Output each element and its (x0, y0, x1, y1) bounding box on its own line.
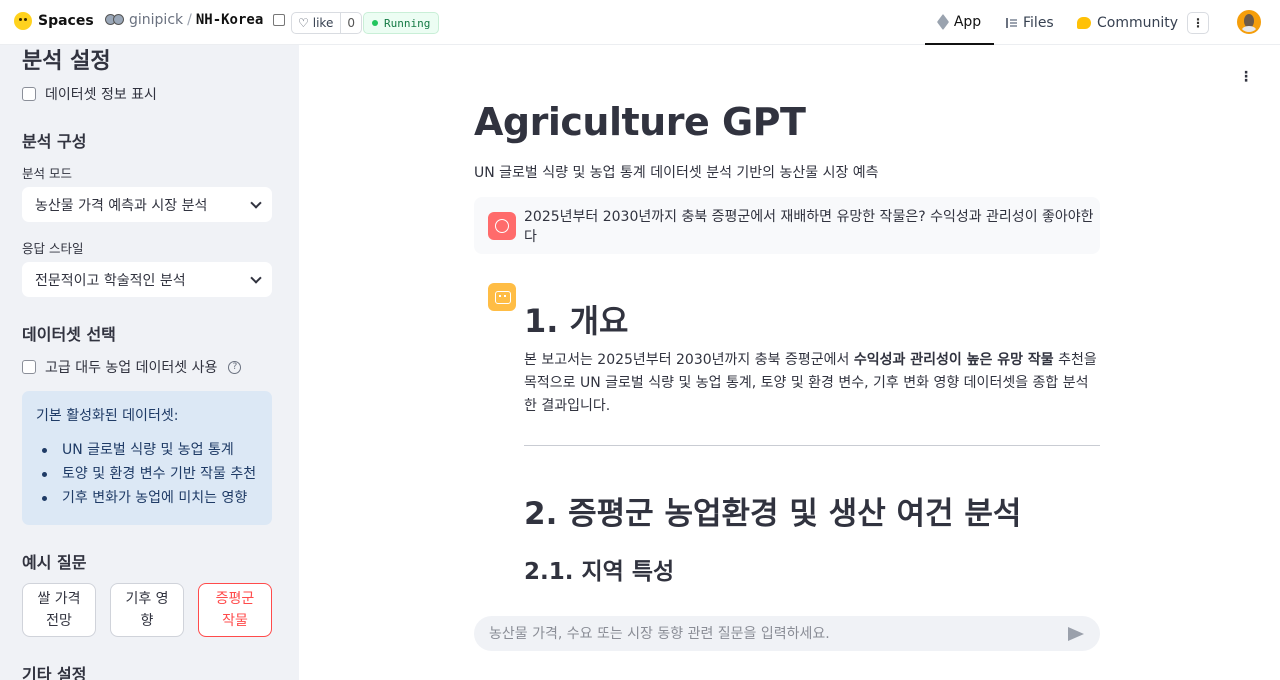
top-bar: Spaces ginipick / NH-Korea ♡ like 0 Runn… (0, 0, 1280, 45)
example-line: 쌀 가격 (37, 591, 81, 607)
like-count: 0 (347, 16, 355, 30)
example-line: 기후 영 (125, 591, 169, 607)
examples-heading: 예시 질문 (22, 553, 87, 572)
files-icon (1006, 17, 1017, 28)
response-heading-2: 2. 증평군 농업환경 및 생산 여건 분석 (524, 496, 1022, 532)
style-select[interactable]: 전문적이고 학술적인 분석 (22, 262, 272, 297)
paragraph-bold-text: 수익성과 관리성이 높은 유망 작물 (853, 352, 1054, 368)
user-avatar[interactable] (1237, 10, 1261, 34)
tab-community-label: Community (1097, 14, 1179, 31)
advanced-dataset-label: 고급 대두 농업 데이터셋 사용 (45, 360, 218, 376)
tab-files[interactable]: Files (1006, 0, 1054, 45)
cube-icon (936, 13, 949, 30)
checkbox-icon[interactable] (22, 360, 36, 374)
style-label: 응답 스타일 (22, 241, 84, 256)
example-line: 향 (140, 613, 154, 629)
main-menu-button[interactable]: ⋮ (1238, 68, 1254, 86)
tab-app-label: App (953, 13, 982, 30)
owner-avatar-icon (105, 12, 125, 28)
example-line: 작물 (222, 613, 248, 629)
response-paragraph: 본 보고서는 2025년부터 2030년까지 충북 증평군에서 수익성과 관리성… (524, 349, 1100, 418)
chevron-down-icon (250, 196, 262, 209)
breadcrumb: ginipick / NH-Korea (105, 12, 286, 28)
show-dataset-info-label: 데이터셋 정보 표시 (45, 87, 157, 103)
community-icon (1077, 16, 1091, 29)
help-icon[interactable]: ? (228, 360, 242, 374)
like-button[interactable]: ♡ like 0 (291, 12, 362, 34)
breadcrumb-separator: / (187, 12, 192, 28)
page-title: Agriculture GPT (474, 100, 806, 144)
status-badge: Running (363, 12, 440, 34)
tab-community[interactable]: Community (1077, 0, 1178, 45)
show-dataset-info-checkbox[interactable]: 데이터셋 정보 표시 (22, 84, 157, 104)
response-heading-3: 2.1. 지역 특성 (524, 559, 675, 585)
status-label: Running (384, 16, 431, 30)
owner-link[interactable]: ginipick (129, 12, 183, 28)
copy-icon[interactable] (273, 14, 286, 26)
example-line: 전망 (46, 613, 72, 629)
page-subtitle: UN 글로벌 식량 및 농업 통계 데이터셋 분석 기반의 농산물 시장 예측 (474, 165, 879, 181)
status-dot-icon (372, 20, 378, 26)
user-face-icon (488, 211, 516, 240)
mode-select[interactable]: 농산물 가격 예측과 시장 분석 (22, 187, 272, 222)
response-heading-1: 1. 개요 (524, 302, 629, 340)
advanced-dataset-checkbox[interactable]: 고급 대두 농업 데이터셋 사용 ? (22, 357, 242, 377)
like-label: like (312, 16, 334, 30)
tab-app[interactable]: App (925, 0, 994, 45)
huggingface-logo-icon (14, 12, 32, 30)
example-rice-price-button[interactable]: 쌀 가격 전망 (22, 583, 96, 637)
divider (524, 445, 1100, 446)
repo-link[interactable]: NH-Korea (196, 12, 263, 28)
style-select-value: 전문적이고 학술적인 분석 (35, 272, 186, 289)
bot-robot-icon (488, 283, 516, 311)
send-icon[interactable] (1068, 626, 1084, 641)
sidebar: 분석 설정 데이터셋 정보 표시 분석 구성 분석 모드 농산물 가격 예측과 … (0, 45, 299, 680)
spaces-home-link[interactable]: Spaces (14, 12, 94, 30)
list-item: 기후 변화가 농업에 미치는 영향 (36, 486, 258, 510)
user-message: 2025년부터 2030년까지 충북 증평군에서 재배하면 유망한 작물은? 수… (474, 197, 1100, 254)
chat-input-bar (474, 616, 1100, 651)
list-item: UN 글로벌 식량 및 농업 통계 (36, 438, 258, 462)
config-heading: 분석 구성 (22, 132, 87, 151)
checkbox-icon[interactable] (22, 87, 36, 101)
dataset-info-box: 기본 활성화된 데이터셋: UN 글로벌 식량 및 농업 통계 토양 및 환경 … (22, 391, 272, 525)
brand-label: Spaces (38, 13, 94, 29)
other-settings-heading: 기타 설정 (22, 665, 87, 680)
space-more-button[interactable]: ⋮ (1187, 12, 1209, 34)
tab-files-label: Files (1023, 14, 1054, 31)
mode-select-value: 농산물 가격 예측과 시장 분석 (35, 197, 208, 214)
list-item: 토양 및 환경 변수 기반 작물 추천 (36, 462, 258, 486)
info-box-title: 기본 활성화된 데이터셋: (36, 408, 179, 424)
chat-input[interactable] (489, 625, 1049, 642)
paragraph-text: 본 보고서는 2025년부터 2030년까지 충북 증평군에서 (524, 352, 854, 368)
chevron-down-icon (250, 271, 262, 284)
example-jeungpyeong-button[interactable]: 증평군 작물 (198, 583, 272, 637)
sidebar-heading: 분석 설정 (22, 49, 111, 74)
example-climate-button[interactable]: 기후 영 향 (110, 583, 184, 637)
dataset-heading: 데이터셋 선택 (22, 325, 116, 344)
example-line: 증평군 (215, 591, 255, 607)
mode-label: 분석 모드 (22, 166, 72, 181)
dataset-list: UN 글로벌 식량 및 농업 통계 토양 및 환경 변수 기반 작물 추천 기후… (36, 438, 258, 510)
heart-icon: ♡ (298, 16, 309, 30)
user-message-text: 2025년부터 2030년까지 충북 증평군에서 재배하면 유망한 작물은? 수… (524, 208, 1094, 245)
